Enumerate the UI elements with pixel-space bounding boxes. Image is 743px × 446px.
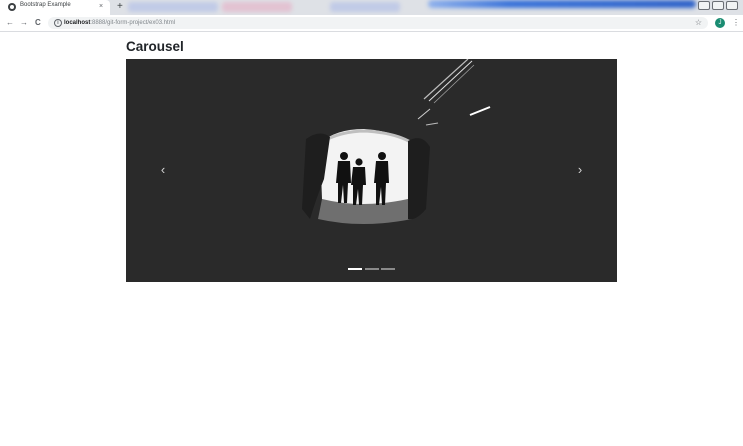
tab-title: Bootstrap Example bbox=[20, 2, 71, 8]
profile-avatar[interactable]: J bbox=[715, 18, 725, 28]
reload-icon[interactable]: C bbox=[35, 18, 41, 28]
background-tab[interactable] bbox=[222, 2, 292, 12]
carousel-indicator-1[interactable] bbox=[348, 268, 362, 270]
forward-icon[interactable]: → bbox=[20, 18, 28, 28]
tab-strip: Bootstrap Example × + bbox=[0, 0, 743, 15]
page-title: Carousel bbox=[126, 39, 184, 54]
restore-icon[interactable] bbox=[712, 1, 724, 10]
url-host: localhost bbox=[64, 20, 91, 26]
carousel-next-button[interactable]: › bbox=[570, 157, 590, 183]
info-icon[interactable]: i bbox=[54, 19, 62, 27]
carousel-indicator-3[interactable] bbox=[381, 268, 395, 270]
blurred-tab-area bbox=[428, 0, 696, 8]
carousel-prev-button[interactable]: ‹ bbox=[153, 157, 173, 183]
address-bar[interactable]: i localhost:8888/git-form-project/ex03.h… bbox=[48, 17, 708, 29]
background-tab[interactable] bbox=[128, 2, 218, 12]
url-path: :8888/git-form-project/ex03.html bbox=[90, 20, 176, 26]
close-tab-icon[interactable]: × bbox=[99, 2, 103, 11]
window-close-icon[interactable] bbox=[726, 1, 738, 10]
slide-image bbox=[302, 59, 491, 224]
url-text[interactable]: localhost:8888/git-form-project/ex03.htm… bbox=[64, 18, 175, 28]
carousel: ‹ › bbox=[126, 59, 617, 282]
background-tab[interactable] bbox=[330, 2, 400, 12]
menu-dots-icon[interactable]: ⋮ bbox=[732, 17, 740, 29]
new-tab-button[interactable]: + bbox=[117, 1, 123, 12]
bookmark-star-icon[interactable]: ☆ bbox=[695, 17, 702, 29]
tab-active[interactable]: Bootstrap Example × bbox=[0, 0, 110, 15]
carousel-indicator-2[interactable] bbox=[365, 268, 379, 270]
globe-icon bbox=[8, 3, 16, 11]
back-icon[interactable]: ← bbox=[6, 18, 14, 28]
browser-toolbar: ← → C i localhost:8888/git-form-project/… bbox=[0, 15, 743, 32]
carousel-indicators bbox=[348, 268, 396, 271]
minimize-icon[interactable] bbox=[698, 1, 710, 10]
